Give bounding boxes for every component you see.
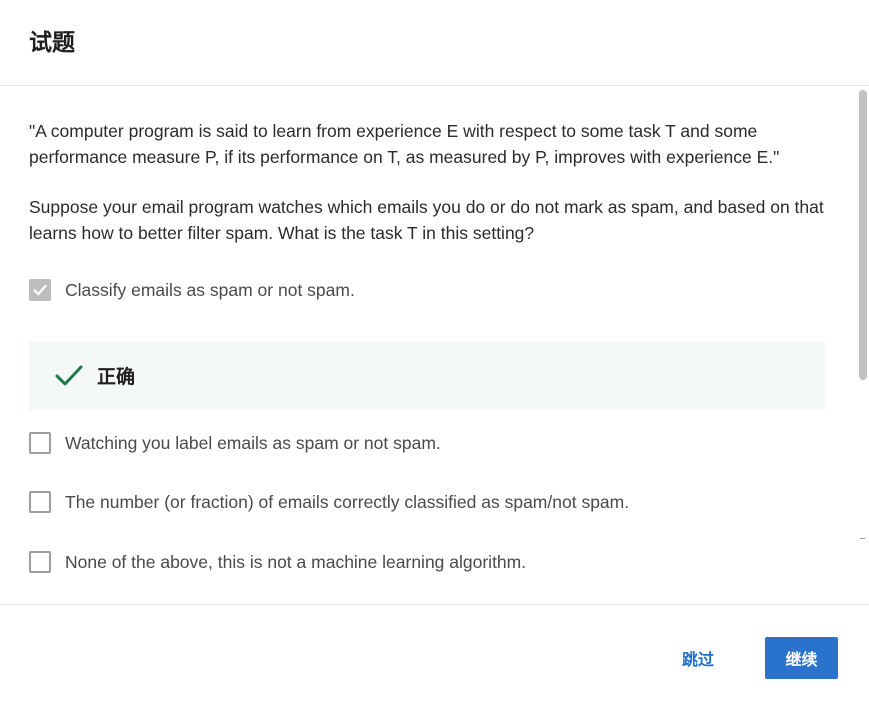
- checkbox[interactable]: [29, 551, 51, 573]
- option-label: None of the above, this is not a machine…: [65, 551, 527, 572]
- scrollbar[interactable]: [857, 87, 869, 604]
- question-prompt: Suppose your email program watches which…: [29, 197, 824, 243]
- dialog-footer: 跳过 继续: [0, 604, 869, 710]
- option-4[interactable]: None of the above, this is not a machine…: [29, 550, 526, 574]
- option-1[interactable]: Classify emails as spam or not spam.: [29, 278, 355, 302]
- dialog-title: 试题: [29, 30, 75, 56]
- checkmark-icon: [33, 284, 47, 296]
- scrollbar-thumb[interactable]: [859, 90, 867, 380]
- option-label: Classify emails as spam or not spam.: [65, 279, 355, 300]
- feedback-label: 正确: [97, 366, 136, 388]
- checkbox[interactable]: [29, 491, 51, 513]
- scroll-marker: [860, 538, 865, 539]
- option-label: The number (or fraction) of emails corre…: [65, 491, 630, 512]
- option-label: Watching you label emails as spam or not…: [65, 432, 441, 453]
- correct-check-icon: [55, 365, 83, 385]
- question-quote: "A computer program is said to learn fro…: [29, 121, 780, 167]
- option-3[interactable]: The number (or fraction) of emails corre…: [29, 490, 629, 514]
- option-2[interactable]: Watching you label emails as spam or not…: [29, 431, 441, 455]
- dialog-header: 试题: [0, 0, 869, 86]
- checkbox[interactable]: [29, 432, 51, 454]
- question-body[interactable]: "A computer program is said to learn fro…: [0, 87, 869, 604]
- continue-button[interactable]: 继续: [765, 637, 838, 679]
- checkbox-checked[interactable]: [29, 279, 51, 301]
- skip-button[interactable]: 跳过: [668, 637, 728, 679]
- feedback-correct: 正确: [29, 341, 825, 410]
